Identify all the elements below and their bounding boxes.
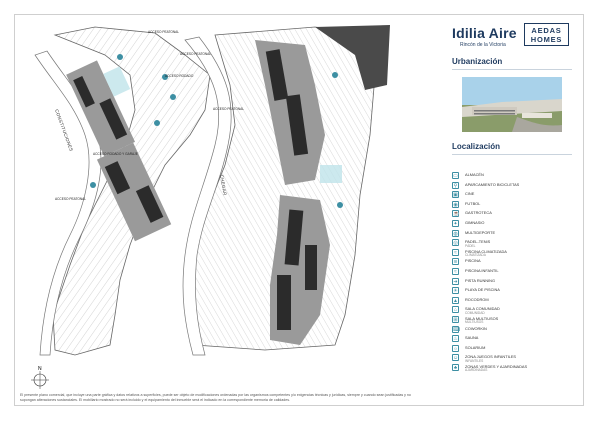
legend-label: COWORKIN	[465, 325, 487, 331]
logo-line2: HOMES	[530, 35, 563, 44]
garden-icon: ♣	[452, 363, 459, 371]
bicycle-icon: ⚲	[452, 181, 459, 189]
football-icon: ◉	[452, 200, 459, 208]
legend-item: ◍ MULTIDEPORTE	[452, 229, 580, 239]
section-title-urbanizacion: Urbanización	[452, 57, 503, 66]
multiuse-room-icon: ⊞	[452, 315, 459, 323]
legend-item: ➜ PISTA RUNNING	[452, 277, 580, 287]
site-plan-map: CONSTITUCIONES CHEGAR ACCESO PEATONAL AC…	[31, 25, 390, 389]
north-arrow: N	[31, 366, 49, 389]
brand-subtitle: Rincón de la Victoria	[460, 42, 506, 48]
road-label-left: CONSTITUCIONES	[54, 109, 74, 152]
legend-item: ⌂ SALA COMUNIDAD COMUNIDAD	[452, 305, 580, 315]
access-label: ACCESO RODADO Y GARAJE	[93, 152, 138, 156]
section-title-localizacion: Localización	[452, 142, 501, 151]
playground-icon: ☺	[452, 354, 459, 362]
legend-item: ▣ CINE	[452, 190, 580, 200]
divider	[452, 69, 572, 70]
legend-item: ✦ GIMNASIO	[452, 219, 580, 229]
legend-label: SOLARIUM	[465, 344, 486, 350]
brand-name: Idilia Aire	[452, 25, 517, 41]
legend-label: PISTA RUNNING	[465, 277, 495, 283]
legend-label: ROCODROM	[465, 296, 489, 302]
gym-icon: ✦	[452, 219, 459, 227]
legend-label: PISCINA	[465, 258, 481, 264]
rocodrom-icon: ▲	[452, 296, 459, 304]
kids-pool-icon: ≈	[452, 267, 459, 275]
svg-text:N: N	[38, 366, 42, 372]
storage-icon: ▭	[452, 172, 459, 179]
legend-sublabel: AJARDINADAS	[465, 368, 488, 373]
legend-item: ☺ ZONA JUEGOS INFANTILES INFANTILES	[452, 353, 580, 363]
legend-label: APARCAMIENTO BICICLETAS	[465, 181, 520, 187]
legend-item: ♨ SAUNA	[452, 334, 580, 344]
access-label: ACCESO RODADO	[165, 74, 194, 78]
legend-label: GASTROTECA	[465, 210, 492, 216]
legend-item: ▭ ALMACÉN	[452, 171, 580, 181]
legend-label: CINE	[465, 191, 475, 197]
gastro-icon: ☕	[452, 210, 460, 218]
legend-item: ≋ PISCINA	[452, 257, 580, 267]
solarium-icon: ☼	[452, 344, 459, 352]
community-room-icon: ⌂	[452, 306, 459, 314]
development-photo	[462, 77, 562, 132]
legend-item: ≈ PISCINA CLIMATIZADA CLIMATIZADA	[452, 248, 580, 258]
legend-item: ☼ SOLARIUM	[452, 344, 580, 354]
multisport-icon: ◍	[452, 229, 459, 237]
legend-item: ⊞ SALA MULTIUSOS MULTIUSOS	[452, 315, 580, 325]
amenity-legend: ▭ ALMACÉN ⚲ APARCAMIENTO BICICLETAS ▣ CINE ◉ FU…	[452, 171, 580, 372]
legend-item: ≈ PISCINA INFANTIL	[452, 267, 580, 277]
access-label: ACCESO PEATONAL	[213, 107, 244, 111]
divider	[452, 154, 572, 155]
sauna-icon: ♨	[452, 335, 459, 343]
disclaimer: El presente plano comercial, que incluye…	[20, 393, 411, 402]
legend-item: ♣ ZONAS VERDES Y AJARDINADAS AJARDINADAS	[452, 363, 580, 373]
access-label: ACCESO PEATONAL	[55, 197, 86, 201]
legend-item: ◉ FUTBOL	[452, 200, 580, 210]
access-label: ACCESO PEATONAL	[148, 30, 179, 34]
cinema-icon: ▣	[452, 191, 459, 199]
legend-label: MULTIDEPORTE	[465, 229, 496, 235]
padel-icon: ◎	[452, 239, 459, 247]
running-icon: ➜	[452, 277, 459, 285]
pool-icon: ≋	[452, 258, 459, 266]
legend-label: GIMNASIO	[465, 219, 485, 225]
logo-line1: AEDAS	[531, 26, 562, 35]
heated-pool-icon: ≈	[452, 248, 459, 256]
legend-label: PLAYA DE PISCINA	[465, 287, 500, 293]
access-label: ACCESO PEATONAL	[180, 52, 211, 56]
legend-item: ◎ PADEL-TENIS PÁDEL	[452, 238, 580, 248]
legend-item: ⚲ APARCAMIENTO BICICLETAS	[452, 181, 580, 191]
legend-label: ALMACÉN	[465, 172, 484, 177]
legend-item: ☀ PLAYA DE PISCINA	[452, 286, 580, 296]
aedas-logo: AEDAS HOMES	[524, 23, 569, 46]
beach-icon: ☀	[452, 287, 459, 295]
legend-item: ☕ GASTROTECA	[452, 209, 580, 219]
legend-label: FUTBOL	[465, 200, 481, 206]
coworking-icon: ⌨	[452, 325, 461, 333]
legend-item: ⌨ COWORKIN	[452, 325, 580, 335]
legend-label: SAUNA	[465, 335, 479, 341]
sidebar: Idilia Aire Rincón de la Victoria AEDAS …	[446, 15, 578, 395]
legend-item: ▲ ROCODROM	[452, 296, 580, 306]
brand: Idilia Aire Rincón de la Victoria	[452, 25, 517, 48]
legend-label: PISCINA INFANTIL	[465, 267, 499, 273]
